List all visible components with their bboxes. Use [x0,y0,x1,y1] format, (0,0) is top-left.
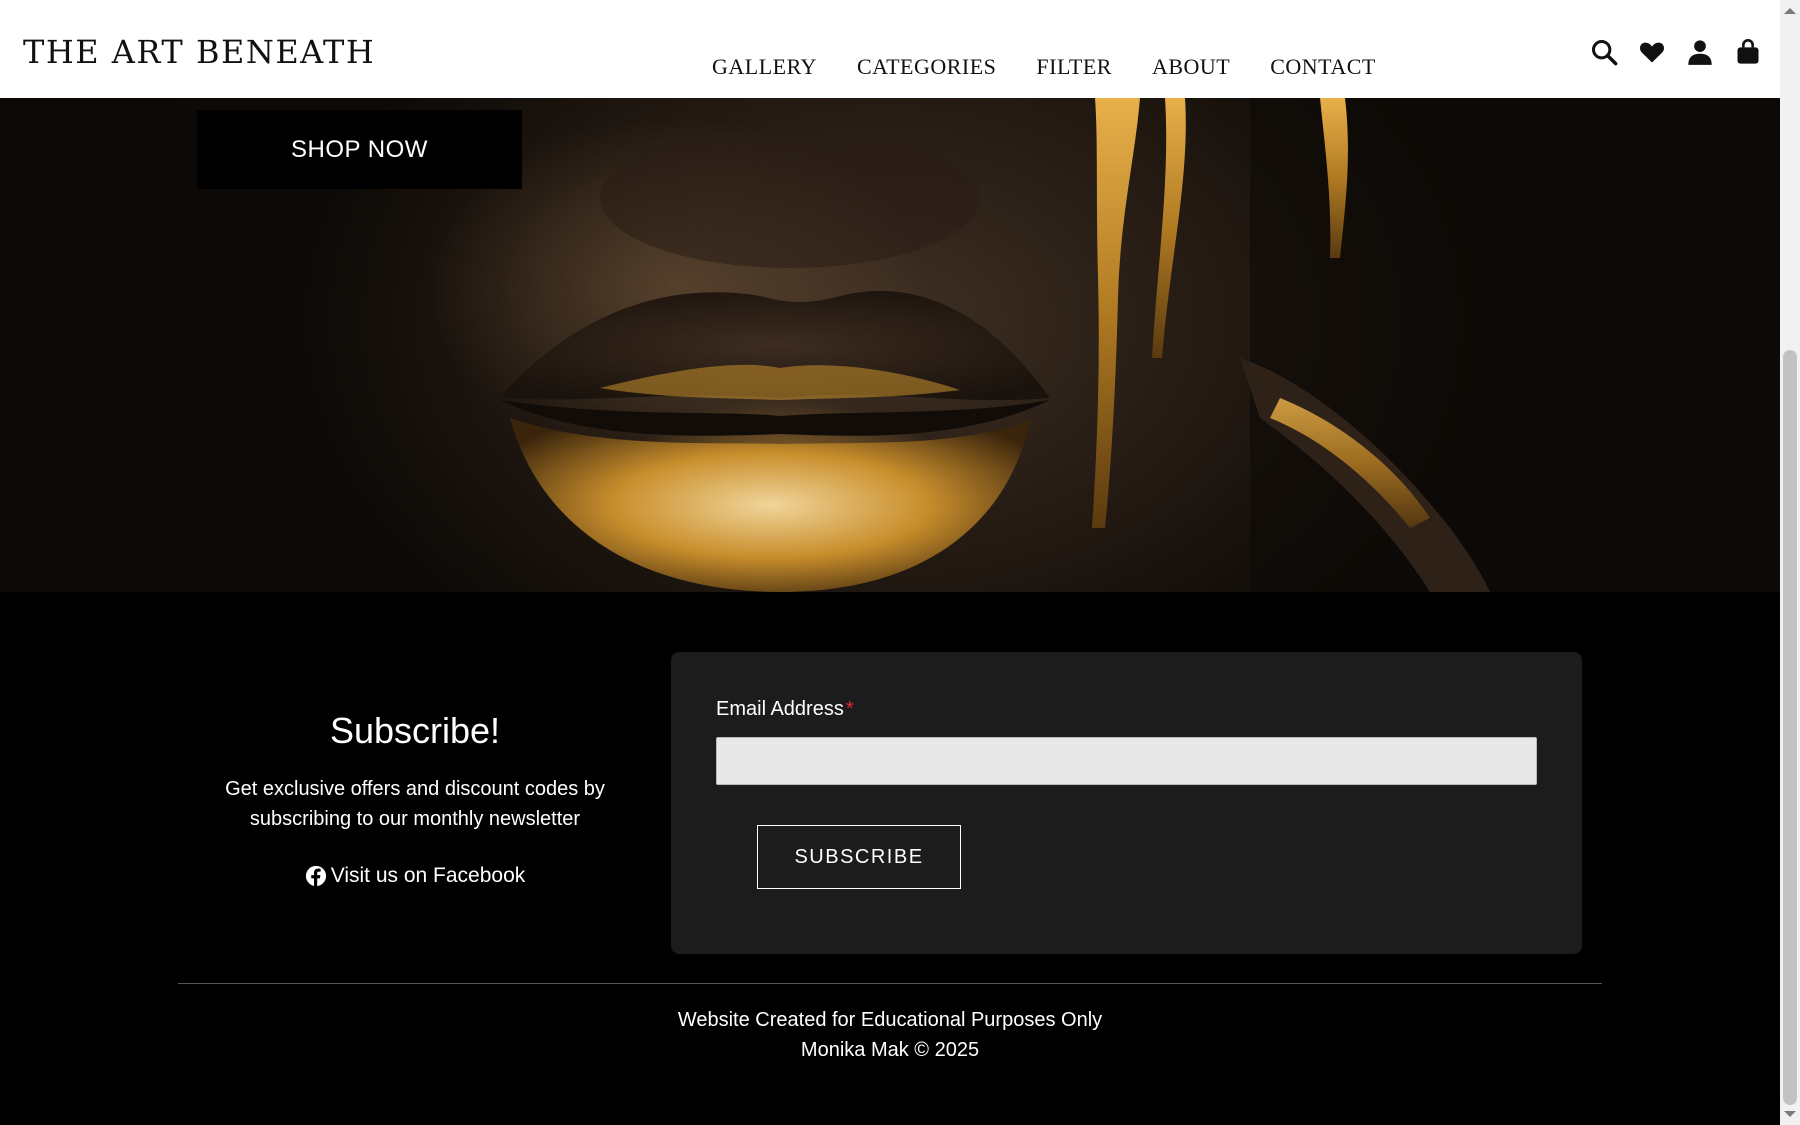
brand-logo[interactable]: THE ART BENEATH [23,33,375,71]
footer-credits: Website Created for Educational Purposes… [590,1005,1190,1065]
nav-categories[interactable]: CATEGORIES [857,54,996,80]
email-label-text: Email Address [716,698,844,720]
user-icon[interactable] [1686,38,1714,66]
required-mark: * [845,698,854,720]
nav-gallery[interactable]: GALLERY [712,54,817,80]
header-icons [1590,38,1762,66]
shopping-bag-icon[interactable] [1734,38,1762,66]
subscribe-intro: Subscribe! Get exclusive offers and disc… [190,710,640,891]
heart-icon[interactable] [1638,38,1666,66]
main-nav: GALLERY CATEGORIES FILTER ABOUT CONTACT [712,54,1376,80]
nav-filter[interactable]: FILTER [1036,54,1112,80]
facebook-icon [305,865,327,887]
hero-banner: SHOP NOW [0,98,1780,592]
footer-divider [178,983,1602,984]
email-label: Email Address * [716,698,854,721]
search-icon[interactable] [1590,38,1618,66]
facebook-link-label: Visit us on Facebook [330,864,526,887]
scrollbar-thumb[interactable] [1783,350,1797,1105]
site-header: THE ART BENEATH GALLERY CATEGORIES FILTE… [0,0,1780,98]
subscribe-title: Subscribe! [329,710,501,751]
footer-line-1: Website Created for Educational Purposes… [677,1009,1103,1031]
scroll-down-arrow-icon[interactable] [1784,1111,1796,1117]
scroll-up-arrow-icon[interactable] [1784,8,1796,14]
subscribe-button[interactable]: SUBSCRIBE [757,825,961,889]
subscribe-form: Email Address * SUBSCRIBE [671,652,1582,954]
page-scrollbar[interactable] [1780,0,1800,1125]
facebook-link[interactable]: Visit us on Facebook [305,864,526,888]
email-input[interactable] [716,737,1537,785]
subscribe-description: Get exclusive offers and discount codes … [225,778,605,830]
footer-line-2: Monika Mak © 2025 [800,1039,980,1061]
nav-contact[interactable]: CONTACT [1270,54,1376,80]
nav-about[interactable]: ABOUT [1152,54,1230,80]
shop-now-button[interactable]: SHOP NOW [197,110,522,189]
